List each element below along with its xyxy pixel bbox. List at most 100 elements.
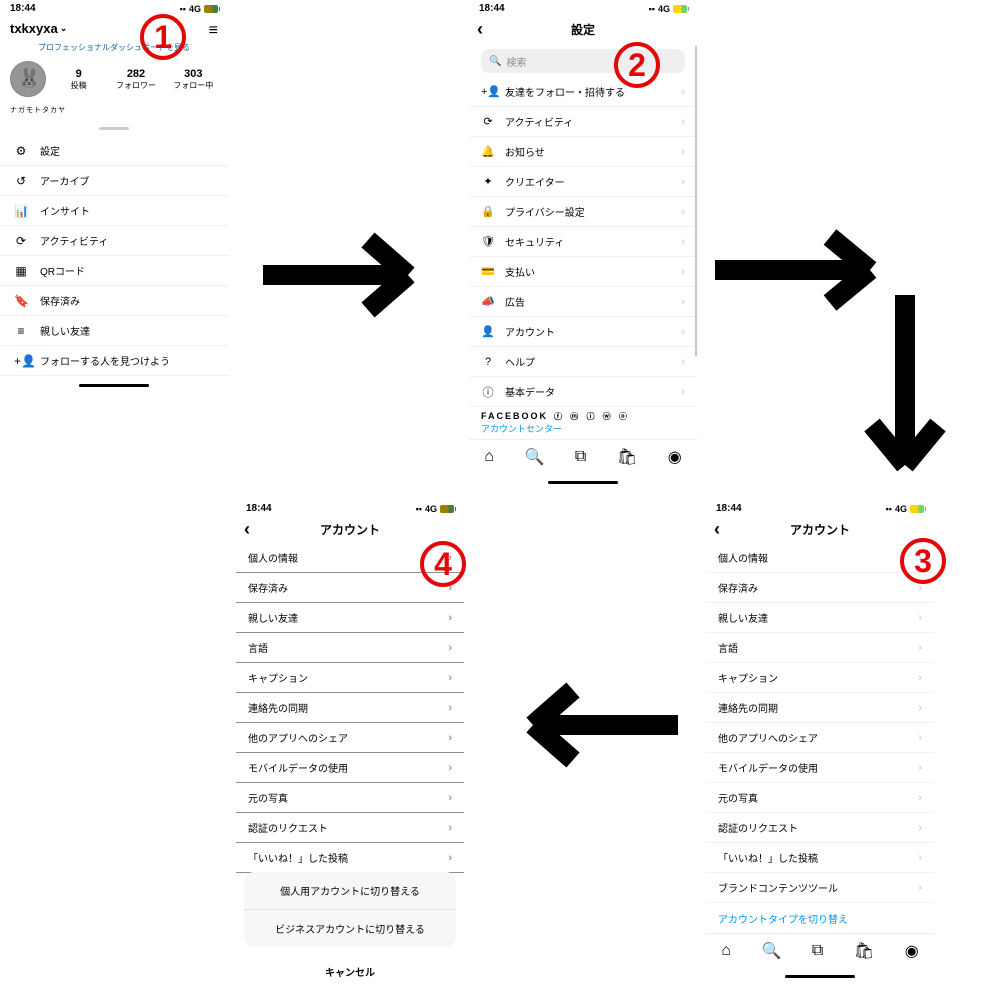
settings-row[interactable]: 🔔お知らせ› [469, 137, 697, 167]
pro-dashboard-link[interactable]: プロフェッショナルダッシュボードを見る [0, 38, 228, 57]
row-label: プライバシー設定 [505, 204, 585, 219]
settings-row[interactable]: 🔒プライバシー設定› [469, 197, 697, 227]
row-label: 個人の情報 [718, 550, 768, 565]
settings-row[interactable]: 👤アカウント› [469, 317, 697, 347]
account-row[interactable]: 親しい友達› [706, 603, 934, 633]
home-indicator [548, 481, 618, 484]
nav-icon[interactable]: ⌂ [721, 942, 731, 960]
nav-icon[interactable]: ◉ [905, 941, 919, 961]
battery-icon [673, 5, 687, 13]
chevron-right-icon: › [681, 116, 685, 128]
chevron-right-icon: › [681, 146, 685, 158]
panel-3-account: 18:44 ▪▪4G ‹アカウント 個人の情報›保存済み›親しい友達›言語›キャ… [706, 500, 934, 998]
sheet-handle[interactable] [99, 127, 129, 130]
row-label: セキュリティ [505, 234, 564, 249]
nav-icon[interactable]: 🛍 [854, 941, 874, 961]
arrow-3-to-4 [498, 670, 698, 780]
chevron-right-icon: › [448, 672, 452, 684]
nav-icon[interactable]: ⧉ [812, 942, 823, 960]
chevron-right-icon: › [918, 882, 922, 894]
nav-icon[interactable]: ◉ [668, 447, 682, 467]
settings-row[interactable]: ⓘ基本データ› [469, 377, 697, 407]
nav-icon[interactable]: 🛍 [617, 447, 637, 467]
nav-icon[interactable]: ⌂ [484, 448, 494, 466]
account-row: 元の写真› [236, 783, 464, 813]
cancel-button[interactable]: キャンセル [244, 953, 456, 990]
switch-account-type[interactable]: アカウントタイプを切り替え [706, 903, 934, 933]
page-title: 設定 [571, 21, 595, 38]
row-label: 広告 [505, 294, 525, 309]
menu-item[interactable]: ≡親しい友達 [0, 316, 228, 346]
menu-item[interactable]: ↺アーカイブ [0, 166, 228, 196]
settings-row[interactable]: 🛡セキュリティ› [469, 227, 697, 257]
account-row: キャプション› [236, 663, 464, 693]
row-label: 言語 [718, 640, 738, 655]
switch-personal-button[interactable]: 個人用アカウントに切り替える [244, 872, 456, 910]
menu-item[interactable]: ⚙設定 [0, 136, 228, 166]
row-label: お知らせ [505, 144, 545, 159]
account-row[interactable]: 連絡先の同期› [706, 693, 934, 723]
account-row: モバイルデータの使用› [236, 753, 464, 783]
settings-row[interactable]: 💳支払い› [469, 257, 697, 287]
account-row[interactable]: モバイルデータの使用› [706, 753, 934, 783]
row-label: 元の写真 [718, 790, 758, 805]
settings-row[interactable]: +👤友達をフォロー・招待する› [469, 77, 697, 107]
menu-icon[interactable]: ≡ [209, 22, 218, 40]
chevron-right-icon: › [681, 86, 685, 98]
chevron-right-icon: › [918, 672, 922, 684]
back-button[interactable]: ‹ [244, 520, 250, 538]
panel-2-settings: 18:44 ▪▪4G ‹設定 🔍検索 +👤友達をフォロー・招待する›⟳アクティビ… [469, 0, 697, 498]
scrollbar[interactable] [695, 46, 697, 356]
search-icon: 🔍 [489, 56, 501, 67]
menu-item[interactable]: 🔖保存済み [0, 286, 228, 316]
stat-followers[interactable]: 282フォロワー [111, 68, 160, 91]
settings-row[interactable]: ?ヘルプ› [469, 347, 697, 377]
menu-item[interactable]: 📊インサイト [0, 196, 228, 226]
row-icon: ? [481, 356, 495, 368]
nav-icon[interactable]: 🔍 [761, 941, 781, 961]
row-icon: 👤 [481, 325, 495, 338]
account-row[interactable]: 保存済み› [706, 573, 934, 603]
back-button[interactable]: ‹ [477, 20, 483, 38]
account-row: 連絡先の同期› [236, 693, 464, 723]
account-row[interactable]: ブランドコンテンツツール› [706, 873, 934, 903]
account-row[interactable]: 認証のリクエスト› [706, 813, 934, 843]
settings-row[interactable]: ✦クリエイター› [469, 167, 697, 197]
menu-item-icon: 🔖 [14, 294, 28, 308]
row-label: 元の写真 [248, 790, 288, 805]
account-row[interactable]: 元の写真› [706, 783, 934, 813]
row-label: 基本データ [505, 384, 555, 399]
avatar[interactable] [10, 61, 46, 97]
settings-row[interactable]: ⟳アクティビティ› [469, 107, 697, 137]
row-label: 支払い [505, 264, 535, 279]
back-button[interactable]: ‹ [714, 520, 720, 538]
account-row[interactable]: 他のアプリへのシェア› [706, 723, 934, 753]
stat-posts[interactable]: 9投稿 [54, 68, 103, 91]
account-row[interactable]: 言語› [706, 633, 934, 663]
menu-item[interactable]: +👤フォローする人を見つけよう [0, 346, 228, 376]
chevron-right-icon: › [918, 852, 922, 864]
account-row[interactable]: キャプション› [706, 663, 934, 693]
row-icon: 💳 [481, 265, 495, 278]
chevron-right-icon: › [918, 702, 922, 714]
row-label: 認証のリクエスト [248, 820, 328, 835]
nav-icon[interactable]: ⧉ [575, 448, 586, 466]
menu-item-icon: ▦ [14, 264, 28, 278]
menu-item[interactable]: ▦QRコード [0, 256, 228, 286]
menu-item[interactable]: ⟳アクティビティ [0, 226, 228, 256]
account-row: 言語› [236, 633, 464, 663]
menu-item-icon: ↺ [14, 174, 28, 188]
chevron-right-icon: › [681, 176, 685, 188]
settings-row[interactable]: 📣広告› [469, 287, 697, 317]
nav-icon[interactable]: 🔍 [524, 447, 544, 467]
stat-following[interactable]: 303フォロー中 [169, 68, 218, 91]
username-dropdown[interactable]: txkxyxa⌄ [10, 21, 218, 36]
menu-item-label: アクティビティ [40, 233, 108, 248]
chevron-right-icon: › [448, 702, 452, 714]
switch-business-button[interactable]: ビジネスアカウントに切り替える [244, 910, 456, 947]
row-label: 「いいね！」した投稿 [248, 850, 348, 865]
account-row[interactable]: 「いいね！」した投稿› [706, 843, 934, 873]
chevron-right-icon: › [918, 732, 922, 744]
chevron-right-icon: › [448, 642, 452, 654]
account-center-link[interactable]: アカウントセンター [469, 422, 697, 439]
